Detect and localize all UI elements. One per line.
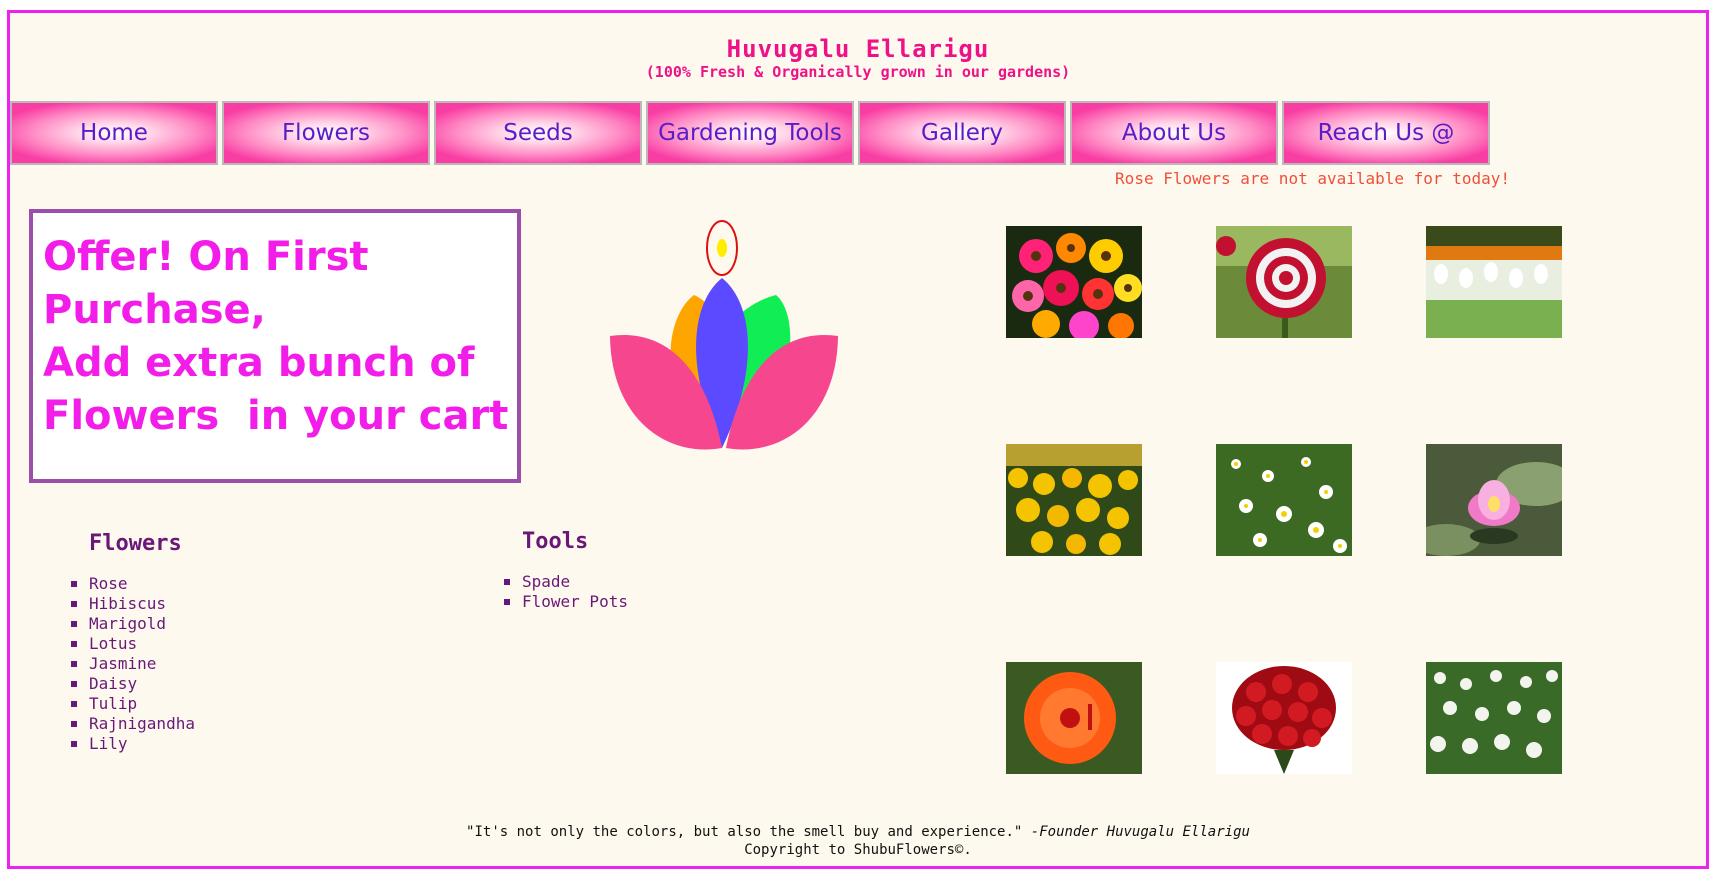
site-tagline: (100% Fresh & Organically grown in our g…	[645, 63, 1071, 81]
page-frame: Huvugalu Ellarigu (100% Fresh & Organica…	[7, 10, 1709, 869]
nav-flowers[interactable]: Flowers	[222, 101, 430, 165]
list-item: Daisy	[71, 674, 195, 694]
offer-line-1: Offer! On First	[43, 234, 369, 280]
site-header: Huvugalu Ellarigu (100% Fresh & Organica…	[10, 35, 1706, 81]
list-item: Lily	[71, 734, 195, 754]
gallery-image-tulips[interactable]	[1426, 226, 1562, 338]
gallery-image-lotus[interactable]	[1426, 444, 1562, 556]
lotus-logo-icon	[606, 218, 846, 462]
offer-line-4: Flowers in your cart	[43, 393, 509, 439]
gallery-image-hibiscus[interactable]	[1006, 662, 1142, 774]
footer-quote-line: "It's not only the colors, but also the …	[10, 823, 1706, 841]
flowers-list: Flowers Rose Hibiscus Marigold Lotus Jas…	[71, 531, 195, 754]
nav-about-us[interactable]: About Us	[1070, 101, 1278, 165]
footer-quote-author: -Founder Huvugalu Ellarigu	[1030, 824, 1250, 840]
nav-seeds[interactable]: Seeds	[434, 101, 642, 165]
offer-line-2: Purchase,	[43, 287, 266, 333]
offer-line-3: Add extra bunch of	[43, 340, 475, 386]
flowers-list-heading: Flowers	[89, 531, 182, 556]
nav-gardening-tools[interactable]: Gardening Tools	[646, 101, 854, 165]
list-item: Tulip	[71, 694, 195, 714]
list-item: Marigold	[71, 614, 195, 634]
list-item: Flower Pots	[504, 592, 628, 612]
gallery-image-gerbera-bouquet[interactable]	[1006, 226, 1142, 338]
tools-list: Tools Spade Flower Pots	[504, 529, 628, 612]
nav-home[interactable]: Home	[10, 101, 218, 165]
main-nav: Home Flowers Seeds Gardening Tools Galle…	[10, 101, 1494, 165]
list-item: Rajnigandha	[71, 714, 195, 734]
footer-quote: "It's not only the colors, but also the …	[466, 824, 1023, 840]
availability-notice: Rose Flowers are not available for today…	[1115, 169, 1510, 188]
list-item: Rose	[71, 574, 195, 594]
offer-banner: Offer! On First Purchase, Add extra bunc…	[29, 209, 521, 483]
footer-copyright: Copyright to ShubuFlowers©.	[744, 842, 972, 858]
list-item: Hibiscus	[71, 594, 195, 614]
gallery-image-daisy[interactable]	[1216, 444, 1352, 556]
nav-gallery[interactable]: Gallery	[858, 101, 1066, 165]
gallery-image-jasmine[interactable]	[1426, 662, 1562, 774]
gallery-image-marigold[interactable]	[1006, 444, 1142, 556]
list-item: Jasmine	[71, 654, 195, 674]
list-item: Lotus	[71, 634, 195, 654]
site-footer: "It's not only the colors, but also the …	[10, 823, 1706, 859]
nav-reach-us[interactable]: Reach Us @	[1282, 101, 1490, 165]
tools-list-heading: Tools	[522, 529, 589, 554]
gallery-image-rose-bouquet[interactable]	[1216, 662, 1352, 774]
gallery-image-dahlia[interactable]	[1216, 226, 1352, 338]
site-title: Huvugalu Ellarigu	[726, 35, 990, 63]
list-item: Spade	[504, 572, 628, 592]
